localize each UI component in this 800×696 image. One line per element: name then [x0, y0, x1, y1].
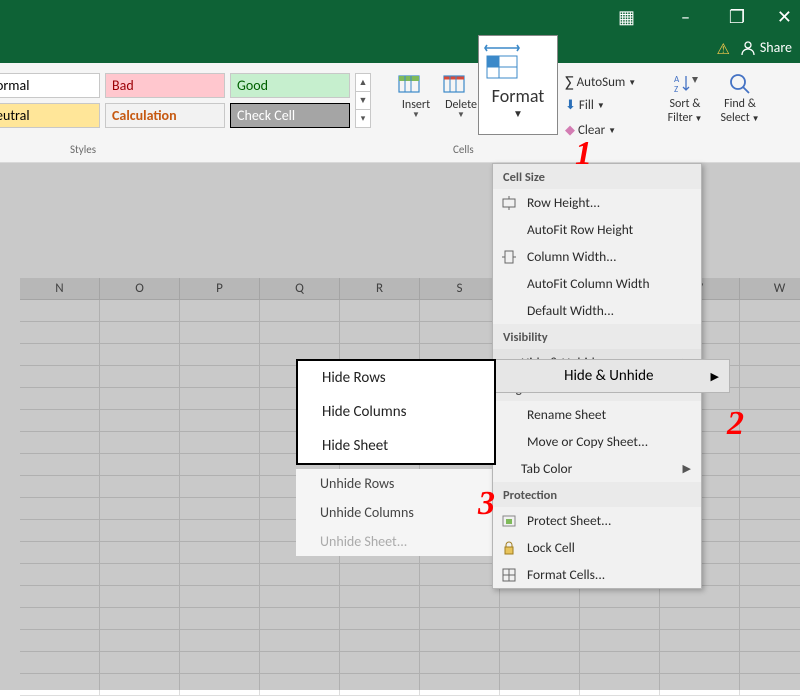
menu-format-cells[interactable]: Format Cells...	[493, 561, 701, 588]
menu-col-width[interactable]: Column Width...	[493, 243, 701, 270]
submenu-arrow-icon: ▶	[683, 462, 691, 475]
hide-unhide-submenu-rest: Unhide Rows Unhide Columns Unhide Sheet.…	[296, 469, 496, 556]
group-label-styles: Styles	[70, 143, 96, 156]
select-label: Select	[720, 111, 749, 125]
menu-label: Format Cells...	[527, 566, 691, 583]
submenu-hide-columns[interactable]: Hide Columns	[298, 395, 494, 429]
chevron-down-icon: ▼	[356, 92, 370, 110]
sigma-icon: ∑	[565, 73, 574, 92]
menu-label: Protect Sheet...	[527, 512, 691, 529]
submenu-unhide-columns[interactable]: Unhide Columns	[296, 498, 496, 527]
format-label: Format	[479, 85, 557, 107]
menu-label: Lock Cell	[527, 539, 691, 556]
user-icon	[740, 40, 756, 56]
insert-icon	[395, 68, 437, 98]
group-label-cells: Cells	[453, 143, 474, 156]
hide-unhide-submenu: Hide Rows Hide Columns Hide Sheet	[296, 359, 496, 465]
submenu-unhide-sheet: Unhide Sheet...	[296, 527, 496, 556]
menu-label: Row Height...	[527, 194, 691, 211]
menu-header-protection: Protection	[493, 482, 701, 507]
svg-text:Z: Z	[674, 84, 678, 95]
fill-button[interactable]: ⬇ Fill ▼	[565, 98, 605, 113]
submenu-hide-rows[interactable]: Hide Rows	[298, 361, 494, 395]
sort-label: Sort &	[670, 97, 701, 111]
fill-down-icon: ⬇	[565, 98, 576, 113]
menu-label: Tab Color	[521, 460, 675, 477]
submenu-arrow-icon: ▶	[711, 370, 729, 383]
menu-header-cellsize: Cell Size	[493, 164, 701, 189]
menu-header-visibility: Visibility	[493, 324, 701, 349]
menu-row-height[interactable]: Row Height...	[493, 189, 701, 216]
format-button[interactable]: Format ▼	[478, 35, 558, 135]
menu-lock-cell[interactable]: Lock Cell	[493, 534, 701, 561]
title-bar: ▦ – ❐ ✕	[0, 0, 800, 35]
style-check-cell[interactable]: Check Cell	[230, 103, 350, 128]
style-good[interactable]: Good	[230, 73, 350, 98]
annotation-3: 3	[478, 485, 495, 523]
style-neutral[interactable]: Neutral	[0, 103, 100, 128]
sort-filter-icon: AZ	[672, 71, 698, 97]
autosum-label: AutoSum	[577, 75, 626, 90]
delete-icon	[440, 68, 482, 98]
autosum-button[interactable]: ∑ AutoSum ▼	[565, 73, 636, 92]
menu-label: Column Width...	[527, 248, 691, 265]
dropdown-icon: ▼	[608, 126, 616, 136]
style-bad[interactable]: Bad	[105, 73, 225, 98]
find-label: Find &	[724, 97, 756, 111]
dropdown-icon: ▼	[693, 114, 703, 124]
format-cells-icon	[501, 567, 519, 583]
styles-gallery-expand[interactable]: ▲ ▼ ▾	[355, 73, 371, 128]
annotation-2: 2	[727, 405, 744, 443]
format-icon	[479, 42, 525, 82]
menu-protect-sheet[interactable]: Protect Sheet...	[493, 507, 701, 534]
submenu-unhide-rows[interactable]: Unhide Rows	[296, 469, 496, 498]
col-width-icon	[501, 249, 519, 265]
style-normal[interactable]: Normal	[0, 73, 100, 98]
share-label: Share	[760, 39, 792, 56]
fill-label: Fill	[579, 98, 594, 113]
warning-icon[interactable]: ⚠	[717, 40, 730, 59]
ribbon-options-icon[interactable]: ▦	[618, 6, 635, 28]
find-select-button[interactable]: Find & Select ▼	[715, 71, 765, 125]
chevron-down-icon: ▾	[356, 110, 370, 128]
close-button[interactable]: ✕	[777, 6, 792, 28]
menu-autofit-col[interactable]: AutoFit Column Width	[493, 270, 701, 297]
menu-move-copy[interactable]: Move or Copy Sheet...	[493, 428, 701, 455]
menu-hide-unhide-highlight[interactable]: Hide & Unhide ▶	[466, 359, 730, 393]
minimize-button[interactable]: –	[681, 6, 690, 28]
restore-button[interactable]: ❐	[729, 6, 745, 28]
dropdown-icon: ▼	[597, 101, 605, 111]
filter-label: Filter	[668, 111, 693, 125]
menu-autofit-row[interactable]: AutoFit Row Height	[493, 216, 701, 243]
share-bar: ⚠ Share	[0, 35, 800, 63]
share-button[interactable]: Share	[740, 39, 792, 56]
menu-label: Hide & Unhide	[507, 367, 711, 385]
dropdown-icon: ▼	[395, 112, 437, 119]
protect-icon	[501, 513, 519, 529]
dropdown-icon: ▼	[628, 78, 636, 88]
menu-label: AutoFit Column Width	[527, 275, 691, 292]
ribbon: Normal Bad Good Neutral Calculation Chec…	[0, 63, 800, 163]
sort-filter-button[interactable]: AZ Sort & Filter ▼	[660, 71, 710, 125]
chevron-up-icon: ▲	[356, 74, 370, 92]
style-calculation[interactable]: Calculation	[105, 103, 225, 128]
menu-label: Default Width...	[527, 302, 691, 319]
insert-button[interactable]: Insert ▼	[395, 68, 437, 119]
submenu-hide-sheet[interactable]: Hide Sheet	[298, 429, 494, 463]
dropdown-icon: ▼	[750, 114, 760, 124]
magnifier-icon	[727, 71, 753, 97]
menu-rename-sheet[interactable]: Rename Sheet	[493, 401, 701, 428]
annotation-1: 1	[575, 135, 592, 173]
row-height-icon	[501, 195, 519, 211]
lock-icon	[501, 540, 519, 556]
menu-tab-color[interactable]: Tab Color ▶	[493, 455, 701, 482]
menu-default-width[interactable]: Default Width...	[493, 297, 701, 324]
menu-label: Rename Sheet	[527, 406, 691, 423]
dropdown-icon: ▼	[440, 112, 482, 119]
menu-label: AutoFit Row Height	[527, 221, 691, 238]
dropdown-icon: ▼	[479, 107, 557, 120]
delete-button[interactable]: Delete ▼	[440, 68, 482, 119]
eraser-icon: ◆	[565, 123, 575, 138]
menu-label: Move or Copy Sheet...	[527, 433, 691, 450]
